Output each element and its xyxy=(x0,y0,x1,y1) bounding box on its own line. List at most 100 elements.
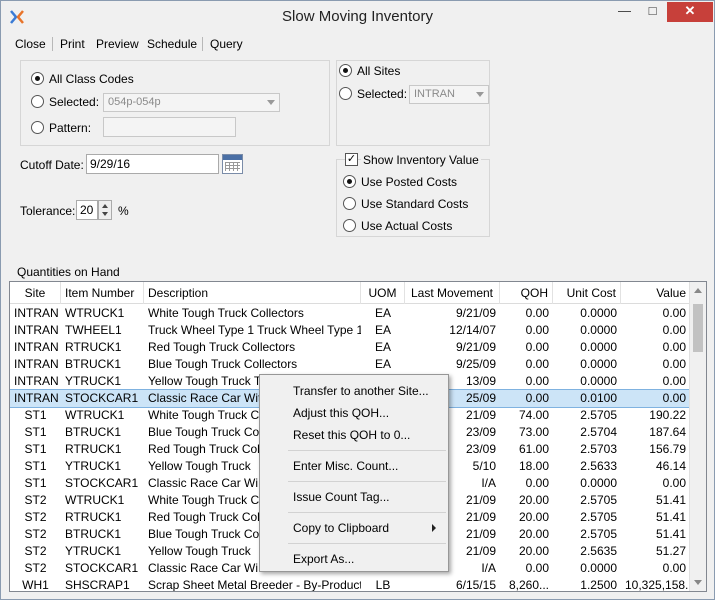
ctx-reset-qoh[interactable]: Reset this QOH to 0... xyxy=(260,424,448,446)
table-header: Site Item Number Description UOM Last Mo… xyxy=(10,282,690,304)
cell-item-number: RTRUCK1 xyxy=(65,510,122,524)
cell-item-number: WTRUCK1 xyxy=(65,493,125,507)
tolerance-input[interactable]: 20 xyxy=(76,200,98,220)
cell-unit-cost: 0.0000 xyxy=(580,306,617,320)
cell-value: 0.00 xyxy=(662,476,686,490)
use-standard-costs-radio[interactable] xyxy=(343,197,356,210)
cell-unit-cost: 0.0000 xyxy=(580,374,617,388)
print-button[interactable]: Print xyxy=(60,37,85,51)
preview-button[interactable]: Preview xyxy=(96,37,139,51)
cell-site: ST1 xyxy=(24,476,47,490)
table-row[interactable]: INTRAN WTRUCK1 White Tough Truck Collector… xyxy=(10,305,690,322)
use-standard-costs-label: Use Standard Costs xyxy=(361,197,469,211)
scrollbar-thumb[interactable] xyxy=(693,304,703,352)
cell-unit-cost: 2.5705 xyxy=(580,510,617,524)
use-actual-costs-radio[interactable] xyxy=(343,219,356,232)
show-inventory-value-checkbox[interactable]: ✓ xyxy=(345,153,358,166)
cell-site: ST2 xyxy=(24,561,47,575)
table-row[interactable]: INTRAN BTRUCK1 Blue Tough Truck Collectors… xyxy=(10,356,690,373)
ctx-enter-misc-count[interactable]: Enter Misc. Count... xyxy=(260,455,448,477)
close-window-button[interactable]: ✕ xyxy=(667,2,713,22)
spin-up-icon[interactable] xyxy=(102,204,108,208)
selected-class-code-radio[interactable] xyxy=(31,95,44,108)
selected-class-code-label: Selected: xyxy=(49,95,100,109)
cell-qoh: 0.00 xyxy=(525,561,549,575)
column-header-last-movement[interactable]: Last Movement xyxy=(405,282,500,304)
cell-value: 0.00 xyxy=(662,357,686,371)
cell-value: 51.41 xyxy=(655,527,686,541)
column-header-site[interactable]: Site xyxy=(10,282,61,304)
column-header-description[interactable]: Description xyxy=(144,282,361,304)
query-button[interactable]: Query xyxy=(210,37,243,51)
table-row[interactable]: INTRAN RTRUCK1 Red Tough Truck Collectors E… xyxy=(10,339,690,356)
cell-item-number: BTRUCK1 xyxy=(65,357,122,371)
pattern-input[interactable] xyxy=(103,117,236,137)
selected-site-radio[interactable] xyxy=(339,87,352,100)
tolerance-unit: % xyxy=(118,204,129,218)
cell-uom: EA xyxy=(374,306,391,320)
column-header-uom[interactable]: UOM xyxy=(361,282,405,304)
cell-site: WH1 xyxy=(22,578,49,592)
cell-last-movement: 9/25/09 xyxy=(455,357,496,371)
cell-site: ST1 xyxy=(24,459,47,473)
table-row[interactable]: WH1 SHSCRAP1 Scrap Sheet Metal Breeder - B… xyxy=(10,577,690,592)
all-class-codes-label: All Class Codes xyxy=(49,72,134,86)
ctx-export-as[interactable]: Export As... xyxy=(260,548,448,570)
cell-item-number: RTRUCK1 xyxy=(65,340,122,354)
maximize-button[interactable]: □ xyxy=(639,2,666,22)
column-header-qoh[interactable]: QOH xyxy=(500,282,553,304)
table-row[interactable]: INTRAN TWHEEL1 Truck Wheel Type 1 Truck Wh… xyxy=(10,322,690,339)
show-inventory-value-label: Show Inventory Value xyxy=(361,153,481,167)
chevron-down-icon xyxy=(267,100,275,105)
column-header-unit-cost[interactable]: Unit Cost xyxy=(553,282,621,304)
schedule-button[interactable]: Schedule xyxy=(147,37,197,51)
class-code-select[interactable]: 054p-054p xyxy=(103,93,280,112)
close-button[interactable]: Close xyxy=(15,37,46,51)
cell-uom: EA xyxy=(374,323,391,337)
tolerance-spinner[interactable] xyxy=(98,200,112,220)
scroll-up-icon[interactable] xyxy=(694,288,702,293)
cell-last-movement: 9/21/09 xyxy=(455,306,496,320)
window-title: Slow Moving Inventory xyxy=(282,8,433,25)
context-menu-separator xyxy=(288,543,446,544)
scroll-down-icon[interactable] xyxy=(694,580,702,585)
cell-value: 0.00 xyxy=(662,391,686,405)
cell-qoh: 20.00 xyxy=(518,493,549,507)
minimize-button[interactable]: — xyxy=(611,2,638,22)
ctx-adjust-qoh[interactable]: Adjust this QOH... xyxy=(260,402,448,424)
cell-qoh: 74.00 xyxy=(518,408,549,422)
cell-unit-cost: 0.0000 xyxy=(580,323,617,337)
cell-item-number: SHSCRAP1 xyxy=(65,578,130,592)
cell-item-number: RTRUCK1 xyxy=(65,442,122,456)
ctx-transfer-to-another-site[interactable]: Transfer to another Site... xyxy=(260,380,448,402)
cell-qoh: 0.00 xyxy=(525,306,549,320)
cell-qoh: 0.00 xyxy=(525,374,549,388)
cell-last-movement: 9/21/09 xyxy=(455,340,496,354)
cell-unit-cost: 2.5705 xyxy=(580,527,617,541)
use-posted-costs-radio[interactable] xyxy=(343,175,356,188)
chevron-down-icon xyxy=(476,92,484,97)
cell-value: 0.00 xyxy=(662,340,686,354)
column-header-value[interactable]: Value xyxy=(621,282,690,304)
vertical-scrollbar[interactable] xyxy=(689,282,706,591)
pattern-radio[interactable] xyxy=(31,121,44,134)
cell-item-number: STOCKCAR1 xyxy=(65,391,139,405)
calendar-icon[interactable] xyxy=(222,154,243,174)
ctx-copy-to-clipboard[interactable]: Copy to Clipboard xyxy=(260,517,448,539)
column-header-item-number[interactable]: Item Number xyxy=(61,282,144,304)
site-select[interactable]: INTRAN xyxy=(409,85,489,104)
cell-site: ST2 xyxy=(24,527,47,541)
selected-site-label: Selected: xyxy=(357,87,408,101)
cell-value: 0.00 xyxy=(662,323,686,337)
cell-item-number: YTRUCK1 xyxy=(65,544,122,558)
all-class-codes-radio[interactable] xyxy=(31,72,44,85)
all-sites-radio[interactable] xyxy=(339,64,352,77)
cell-item-number: BTRUCK1 xyxy=(65,527,122,541)
cell-value: 0.00 xyxy=(662,306,686,320)
cell-uom: LB xyxy=(375,578,391,592)
spin-down-icon[interactable] xyxy=(102,212,108,216)
cell-item-number: TWHEEL1 xyxy=(65,323,122,337)
ctx-issue-count-tag[interactable]: Issue Count Tag... xyxy=(260,486,448,508)
cutoff-date-input[interactable]: 9/29/16 xyxy=(86,154,219,174)
cell-item-number: WTRUCK1 xyxy=(65,306,125,320)
